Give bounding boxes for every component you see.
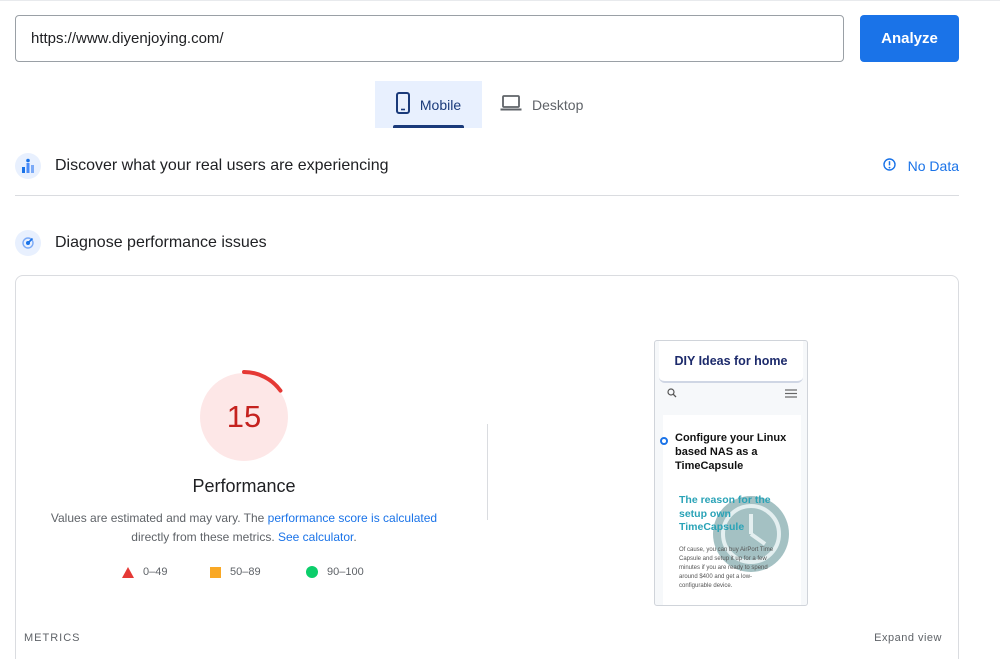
note-text-middle: directly from these metrics. <box>131 530 278 544</box>
tab-desktop-label: Desktop <box>532 96 584 113</box>
legend-average: 50–89 <box>210 566 261 578</box>
preview-post-title: Configure your Linux based NAS as a Time… <box>675 432 787 472</box>
legend-fail: 0–49 <box>122 566 167 578</box>
square-icon <box>210 566 221 578</box>
tab-desktop[interactable]: Desktop <box>496 81 606 128</box>
preview-bullet <box>660 437 668 445</box>
performance-score: 15 <box>226 399 262 434</box>
preview-toolbar <box>655 383 807 405</box>
users-chart-icon <box>15 153 41 179</box>
info-circle-icon <box>882 158 896 174</box>
see-calculator-link[interactable]: See calculator <box>278 530 353 544</box>
no-data-label: No Data <box>907 158 959 174</box>
lab-diagnose-icon <box>15 230 41 256</box>
preview-subheading: The reason for the setup own TimeCapsule <box>679 494 771 533</box>
score-calculated-link[interactable]: performance score is calculated <box>268 511 437 525</box>
section-divider <box>15 195 959 196</box>
diagnose-title: Diagnose performance issues <box>55 234 267 251</box>
tab-mobile-label: Mobile <box>419 96 462 113</box>
top-border <box>0 0 1000 1</box>
legend-fail-range: 0–49 <box>143 566 168 578</box>
analyze-button[interactable]: Analyze <box>860 15 959 62</box>
note-text-start: Values are estimated and may vary. The <box>50 511 268 525</box>
field-data-title: Discover what your real users are experi… <box>55 157 389 174</box>
legend-pass: 90–100 <box>306 566 364 578</box>
note-text-end: . <box>353 530 357 544</box>
metrics-label: METRICS <box>24 632 81 644</box>
circle-icon <box>306 566 318 578</box>
preview-body-text: Of cause, you can buy AirPort Time Capsu… <box>679 547 774 589</box>
preview-site-title: DIY Ideas for home <box>659 341 803 383</box>
legend-average-range: 50–89 <box>230 566 261 578</box>
expand-view-button[interactable]: Expand view <box>874 632 942 644</box>
legend-pass-range: 90–100 <box>327 566 364 578</box>
diagnose-section: Diagnose performance issues <box>15 229 267 257</box>
laptop-icon <box>500 95 522 114</box>
performance-label: Performance <box>192 476 296 496</box>
triangle-icon <box>122 566 134 578</box>
hamburger-menu-icon <box>785 385 797 403</box>
no-data-status: No Data <box>882 152 959 180</box>
page-screenshot-preview: DIY Ideas for home Configure your Linux … <box>654 340 808 606</box>
mobile-phone-icon <box>395 92 410 117</box>
url-input[interactable]: https://www.diyenjoying.com/ <box>15 15 844 62</box>
tab-mobile[interactable]: Mobile <box>375 81 482 128</box>
tab-selected-indicator <box>393 125 464 128</box>
card-vertical-divider <box>487 424 488 520</box>
performance-note: Values are estimated and may vary. The p… <box>41 509 447 547</box>
url-input-value: https://www.diyenjoying.com/ <box>31 30 224 47</box>
field-data-section[interactable]: Discover what your real users are experi… <box>15 152 959 180</box>
performance-card: 15 Performance Values are estimated and … <box>15 275 959 659</box>
search-icon <box>667 385 677 403</box>
